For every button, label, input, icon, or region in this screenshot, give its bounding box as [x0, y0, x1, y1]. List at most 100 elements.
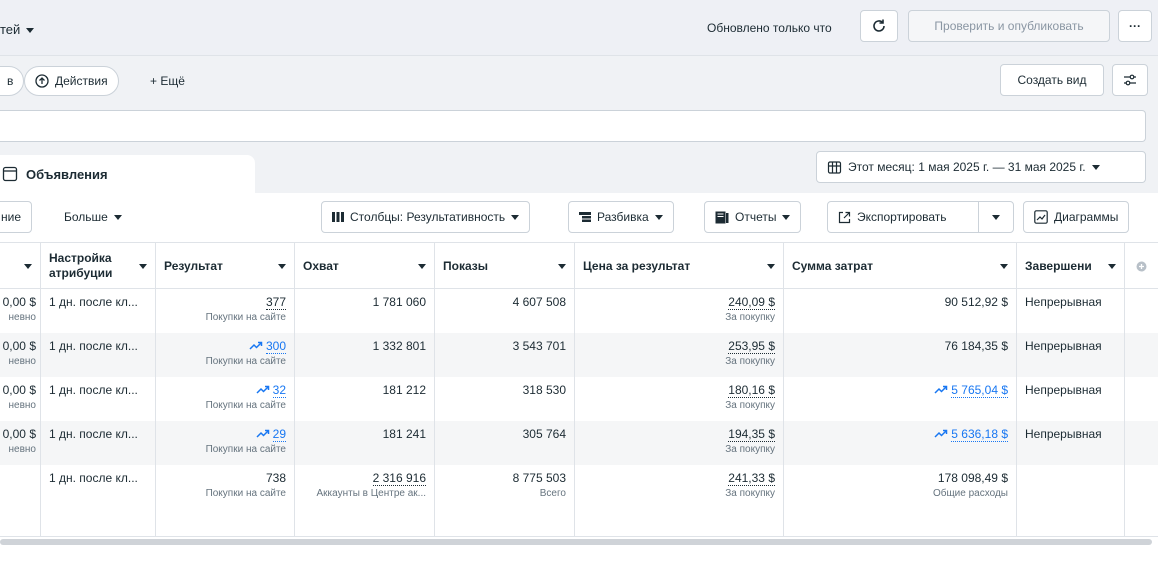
more-dropdown[interactable]: Больше [64, 210, 122, 224]
date-range-picker[interactable]: Этот месяц: 1 мая 2025 г. — 31 мая 2025 … [816, 151, 1146, 183]
spacer-cell [1125, 421, 1158, 465]
column-header-reach[interactable]: Охват [295, 243, 435, 289]
sort-icon [558, 263, 566, 269]
cost-per-result-sub: За покупку [725, 444, 775, 455]
trend-up-icon [256, 429, 269, 438]
left-pill[interactable]: в [0, 66, 25, 96]
cost-per-result-value[interactable]: 194,35 $ [728, 427, 775, 442]
table-row[interactable]: 0,00 $ невно 1 дн. после кл... 300 Покупки н… [0, 333, 1158, 377]
amount-spent-value[interactable]: 5 636,18 $ [951, 427, 1008, 442]
chevron-down-icon [113, 215, 122, 221]
cost-per-result-total[interactable]: 241,33 $ [728, 471, 775, 486]
sliders-icon [1124, 74, 1136, 86]
trend-up-icon [256, 385, 269, 394]
cost-per-result-cell: 253,95 $ За покупку [575, 333, 784, 377]
column-header-cost-per-result[interactable]: Цена за результат [575, 243, 784, 289]
table-row[interactable]: 0,00 $ невно 1 дн. после кл... 377 Покупки н… [0, 289, 1158, 333]
reach-value: 181 241 [382, 427, 426, 441]
result-value[interactable]: 32 [272, 383, 286, 398]
table-header: Настройка атрибуции Результат Охват Пока… [0, 242, 1158, 289]
reports-button[interactable]: Отчеты [704, 201, 802, 233]
ends-cell: Непрерывная [1017, 377, 1125, 421]
export-button[interactable]: Экспортировать [827, 201, 979, 233]
column-header-attribution[interactable]: Настройка атрибуции [41, 243, 156, 289]
chevron-down-icon [26, 28, 35, 34]
impressions-cell: 8 775 503 Всего [435, 465, 575, 536]
sort-icon [24, 263, 32, 269]
charts-button[interactable]: Диаграммы [1023, 201, 1130, 233]
result-cell: 377 Покупки на сайте [156, 289, 295, 333]
column-header-impressions[interactable]: Показы [435, 243, 575, 289]
columns-button[interactable]: Столбцы: Результативность [321, 201, 531, 233]
chevron-down-icon [782, 214, 791, 220]
column-label: Показы [443, 259, 488, 273]
cost-per-result-cell: 194,35 $ За покупку [575, 421, 784, 465]
column-label: Результат [164, 259, 223, 273]
tab-ads[interactable]: Объявления [0, 155, 255, 193]
table-row[interactable]: 0,00 $ невно 1 дн. после кл... 32 Покупки на… [0, 377, 1158, 421]
attribution-value: 1 дн. после кл... [49, 383, 138, 397]
impressions-value: 318 530 [522, 383, 566, 397]
export-dropdown-button[interactable] [978, 201, 1014, 233]
cost-per-result-value[interactable]: 180,16 $ [728, 383, 775, 398]
column-header-budget[interactable] [0, 243, 41, 289]
cost-per-result-cell: 241,33 $ За покупку [575, 465, 784, 536]
actions-button[interactable]: Действия [24, 66, 119, 96]
impressions-value: 4 607 508 [512, 295, 566, 309]
more-dropdown-label: Больше [64, 210, 108, 224]
sort-icon [139, 263, 147, 269]
column-header-amount-spent[interactable]: Сумма затрат [784, 243, 1017, 289]
budget-sub: невно [8, 444, 36, 455]
cost-per-result-value[interactable]: 240,09 $ [728, 295, 775, 310]
account-selector[interactable]: тей [0, 22, 35, 37]
column-label: Сумма затрат [792, 259, 874, 273]
cost-per-result-value[interactable]: 253,95 $ [728, 339, 775, 354]
column-header-result[interactable]: Результат [156, 243, 295, 289]
spacer-cell [1125, 465, 1158, 536]
ads-panel: ние Больше Столбцы: Результативность Раз… [0, 193, 1158, 562]
table-row[interactable]: 0,00 $ невно 1 дн. после кл... 29 Покупки на… [0, 421, 1158, 465]
attribution-cell: 1 дн. после кл... [41, 421, 156, 465]
horizontal-scrollbar[interactable] [0, 539, 1152, 545]
publish-button[interactable]: Проверить и опубликовать [908, 10, 1110, 42]
column-header-ends[interactable]: Завершени [1017, 243, 1125, 289]
result-value[interactable]: 29 [272, 427, 286, 442]
spacer-cell [1125, 289, 1158, 333]
amount-spent-total: 178 098,49 $ [937, 471, 1008, 485]
more-link[interactable]: + Ещё [150, 74, 185, 88]
sort-icon [418, 263, 426, 269]
refresh-button[interactable] [860, 10, 898, 42]
cost-per-result-cell: 240,09 $ За покупку [575, 289, 784, 333]
left-toolbar-button[interactable]: ние [0, 201, 33, 233]
actions-row: в Действия + Ещё Создать вид [0, 56, 1158, 108]
search-input[interactable] [0, 110, 1146, 142]
date-range-label: Этот месяц: 1 мая 2025 г. — 31 мая 2025 … [848, 160, 1086, 174]
breakdown-button[interactable]: Разбивка [568, 201, 674, 233]
result-value[interactable]: 377 [265, 295, 286, 310]
result-cell: 300 Покупки на сайте [156, 333, 295, 377]
result-value[interactable]: 300 [265, 339, 286, 354]
totals-row: 1 дн. после кл... 738 Покупки на сайте 2 31… [0, 465, 1158, 537]
impressions-cell: 4 607 508 [435, 289, 575, 333]
external-link-icon [838, 211, 851, 223]
column-label: Завершени [1025, 259, 1092, 273]
impressions-cell: 318 530 [435, 377, 575, 421]
amount-spent-value[interactable]: 5 765,04 $ [951, 383, 1008, 398]
reports-icon [715, 211, 729, 223]
ends-cell [1017, 465, 1125, 536]
add-circle-icon [1136, 261, 1147, 271]
settings-button[interactable] [1112, 64, 1148, 96]
reach-total[interactable]: 2 316 916 [372, 471, 426, 486]
cost-per-result-sub: За покупку [725, 312, 775, 323]
impressions-total-sub: Всего [539, 488, 566, 499]
cost-per-result-sub: За покупку [725, 400, 775, 411]
impressions-value: 3 543 701 [512, 339, 566, 353]
more-options-button[interactable]: ··· [1118, 10, 1152, 42]
result-total-sub: Покупки на сайте [205, 488, 286, 499]
trend-up-icon [249, 341, 263, 350]
impressions-value: 305 764 [522, 427, 566, 441]
reach-cell: 2 316 916 Аккаунты в Центре ак... [295, 465, 435, 536]
add-column-button[interactable] [1125, 243, 1158, 289]
arrow-up-circle-icon [35, 74, 49, 88]
create-view-button[interactable]: Создать вид [1000, 64, 1104, 96]
